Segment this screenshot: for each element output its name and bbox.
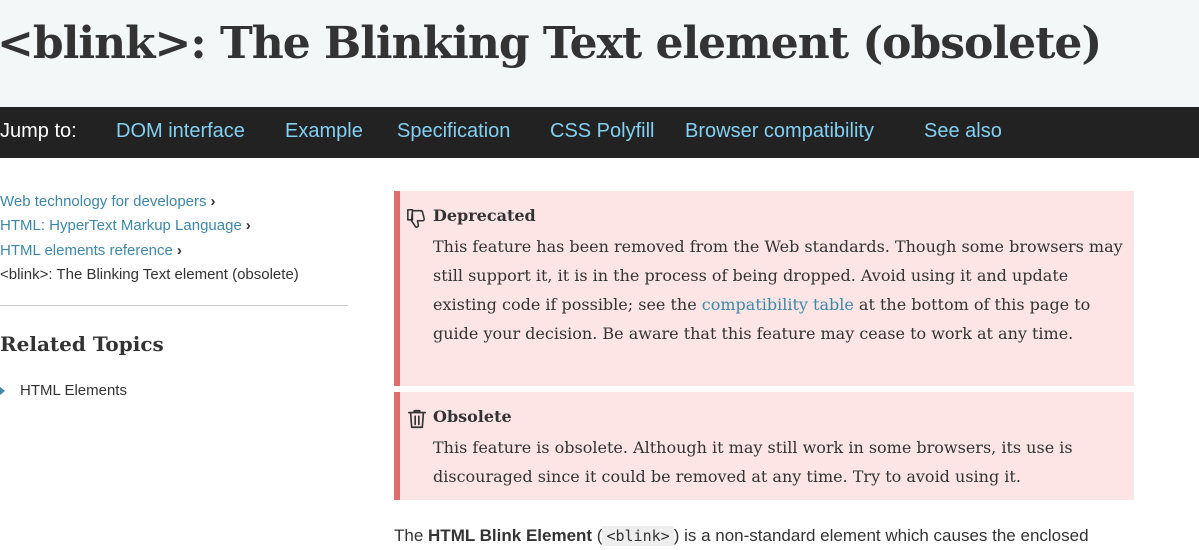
obsolete-text: This feature is obsolete. Although it ma… [433,438,1073,486]
title-banner: <blink>: The Blinking Text element (obso… [0,0,1199,107]
thumbs-down-icon [407,208,426,228]
chevron-right-icon: › [176,242,182,259]
jump-to-label: Jump to: [0,120,77,142]
intro-paragraph: The HTML Blink Element (<blink>) is a no… [394,526,1089,546]
chevron-right-icon: › [245,217,251,234]
related-topics-heading: Related Topics [0,332,164,356]
jump-link-dom-interface[interactable]: DOM interface [116,120,245,143]
jump-link-css-polyfill[interactable]: CSS Polyfill [550,120,654,143]
deprecated-heading: Deprecated [433,206,536,225]
jump-to-bar: Jump to: DOM interface Example Specifica… [0,107,1199,158]
deprecated-notice: Deprecated This feature has been removed… [394,191,1134,386]
intro-text-middle: ( [592,526,603,545]
triangle-right-icon[interactable] [0,387,5,395]
intro-text-end: ) is a non-standard element which causes… [673,526,1089,545]
intro-element-name: HTML Blink Element [428,526,593,545]
compatibility-table-link[interactable]: compatibility table [702,295,854,314]
breadcrumb-label[interactable]: HTML: HyperText Markup Language [0,217,242,234]
page-title: <blink>: The Blinking Text element (obso… [0,18,1102,69]
sidebar-divider [0,305,348,306]
related-topic-html-elements[interactable]: HTML Elements [20,382,127,399]
obsolete-heading: Obsolete [433,407,512,426]
trash-icon [407,409,427,429]
jump-link-browser-compatibility[interactable]: Browser compatibility [685,120,874,143]
breadcrumb-html-elements-reference[interactable]: HTML elements reference › [0,242,182,259]
intro-text-start: The [394,526,429,545]
deprecated-text: This feature has been removed from the W… [433,232,1128,348]
breadcrumb-label[interactable]: HTML elements reference [0,242,173,259]
breadcrumb-html[interactable]: HTML: HyperText Markup Language › [0,217,251,234]
breadcrumb-label[interactable]: Web technology for developers [0,193,207,210]
breadcrumb-current: <blink>: The Blinking Text element (obso… [0,266,299,283]
obsolete-notice: Obsolete This feature is obsolete. Altho… [394,392,1134,500]
jump-link-specification[interactable]: Specification [397,120,510,143]
jump-link-see-also[interactable]: See also [924,120,1002,143]
blink-code: <blink> [602,526,674,546]
chevron-right-icon: › [210,193,216,210]
jump-link-example[interactable]: Example [285,120,363,143]
breadcrumb-web-technology[interactable]: Web technology for developers › [0,193,216,210]
